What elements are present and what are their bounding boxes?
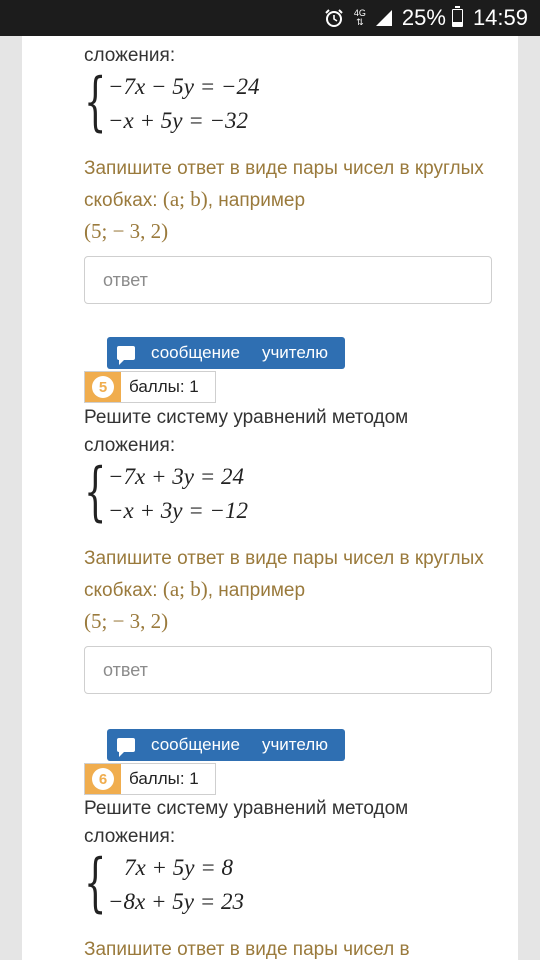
- message-button-label: сообщение: [151, 735, 240, 754]
- alarm-clock-icon: [324, 8, 344, 28]
- equation-system: { 7x + 5y = 8 −8x + 5y = 23: [84, 849, 504, 921]
- question-score-badge: 6 баллы: 1: [84, 763, 216, 795]
- hint-example: (5; − 3, 2): [84, 219, 169, 243]
- question-block: Решите систему уравнений методом сложени…: [84, 404, 504, 694]
- hint-example-word: , например: [207, 190, 306, 211]
- network-label: 4G: [353, 8, 366, 18]
- network-indicator: 4G ⇅: [353, 8, 366, 27]
- message-teacher-button[interactable]: сообщение учителю: [107, 729, 345, 761]
- equation-1: −7x + 3y = 24: [108, 464, 244, 489]
- question-score-badge: 5 баллы: 1: [84, 371, 216, 403]
- equation-system: { −7x + 3y = 24 −x + 3y = −12: [84, 458, 504, 530]
- equation-system: { −7x − 5y = −24 −x + 5y = −32: [84, 68, 504, 140]
- status-bar: 4G ⇅ 25% 14:59: [0, 0, 540, 36]
- status-time: 14:59: [472, 5, 528, 30]
- message-teacher-button[interactable]: сообщение учителю: [107, 337, 345, 369]
- question-block: Решите систему уравнений методом сложени…: [84, 795, 504, 960]
- hint-pair: (a; b): [162, 577, 208, 601]
- equation-2: −x + 3y = −12: [108, 498, 248, 523]
- points-label: баллы: 1: [129, 769, 199, 788]
- points-label: баллы: 1: [129, 377, 199, 396]
- brace-icon: {: [84, 65, 107, 139]
- equation-2: −x + 5y = −32: [108, 108, 248, 133]
- brace-icon: {: [84, 455, 107, 529]
- battery-percent: 25%: [401, 5, 446, 30]
- answer-input[interactable]: ответ: [84, 646, 492, 694]
- signal-icon: [375, 10, 392, 26]
- question-prompt: Решите систему уравнений методом сложени…: [84, 407, 409, 456]
- question-number: 6: [92, 768, 114, 790]
- hint-pair: (a; b): [162, 187, 208, 211]
- message-button-label: сообщение: [151, 343, 240, 362]
- battery-fill: [452, 22, 462, 26]
- message-button-label-2: учителю: [261, 343, 328, 362]
- question-number: 5: [92, 376, 114, 398]
- status-bar-right: 4G ⇅ 25% 14:59: [324, 0, 528, 36]
- equation-1: −7x − 5y = −24: [108, 74, 260, 99]
- answer-hint: Запишите ответ в виде пары чисел в: [84, 939, 410, 960]
- equation-2: −8x + 5y = 23: [108, 889, 244, 914]
- brace-icon: {: [84, 846, 107, 920]
- question-block: сложения: { −7x − 5y = −24 −x + 5y = −32…: [84, 42, 504, 304]
- hint-example: (5; − 3, 2): [84, 609, 169, 633]
- comment-icon: [117, 738, 135, 757]
- answer-input[interactable]: ответ: [84, 256, 492, 304]
- question-prompt: сложения:: [84, 45, 176, 66]
- answer-hint: Запишите ответ в виде пары чисел в кругл…: [84, 154, 504, 248]
- question-prompt: Решите систему уравнений методом сложени…: [84, 798, 409, 847]
- answer-hint: Запишите ответ в виде пары чисел в кругл…: [84, 544, 504, 638]
- message-button-label-2: учителю: [261, 735, 328, 754]
- comment-icon: [117, 346, 135, 365]
- quiz-page: сложения: { −7x − 5y = −24 −x + 5y = −32…: [22, 36, 518, 960]
- hint-example-word: , например: [207, 580, 306, 601]
- equation-1: 7x + 5y = 8: [124, 855, 233, 880]
- battery-icon: [451, 6, 463, 27]
